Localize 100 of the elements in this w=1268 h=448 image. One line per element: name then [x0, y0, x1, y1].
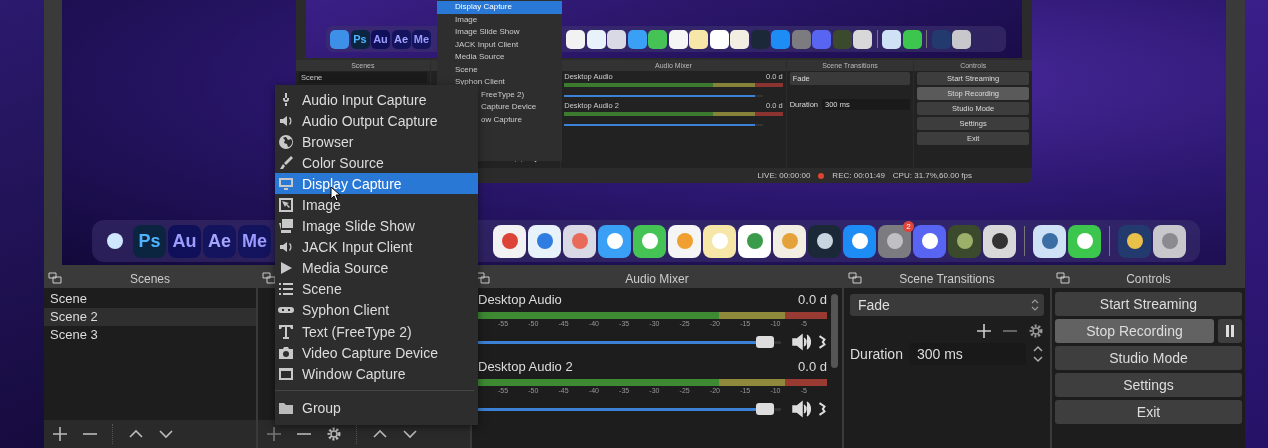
- pause-button[interactable]: [1218, 319, 1242, 343]
- control-button[interactable]: Start Streaming: [1055, 292, 1242, 316]
- scene-item[interactable]: Scene 3: [44, 326, 256, 344]
- duration-label: Duration: [850, 346, 903, 362]
- app-icon: [853, 29, 872, 49]
- play-icon: [278, 260, 294, 277]
- app-icon[interactable]: [808, 224, 841, 258]
- menu-item[interactable]: Image Slide Show: [275, 215, 478, 237]
- camera-icon: [278, 344, 294, 361]
- app-icon[interactable]: [1068, 224, 1101, 258]
- menu-item[interactable]: Scene: [437, 63, 562, 76]
- app-icon: [832, 29, 852, 49]
- app-icon: Me: [412, 29, 431, 49]
- app-icon: [791, 29, 811, 49]
- app-icon: [689, 29, 708, 49]
- app-icon[interactable]: [633, 224, 666, 258]
- menu-item[interactable]: JACK Input Client: [275, 236, 478, 258]
- menu-item[interactable]: Scene: [275, 278, 478, 300]
- app-icon[interactable]: [528, 224, 561, 258]
- speaker-icon[interactable]: [791, 333, 813, 351]
- menu-item[interactable]: Browser: [275, 131, 478, 153]
- menu-item[interactable]: Image: [437, 13, 562, 26]
- app-icon: [648, 29, 667, 49]
- app-icon: [607, 29, 626, 49]
- panel-title: Audio Mixer: [625, 271, 689, 286]
- app-icon[interactable]: Me: [238, 224, 271, 258]
- menu-item[interactable]: JACK Input Client: [437, 38, 562, 51]
- cpu-status: CPU: 31.7%,60.00 fps: [892, 171, 972, 180]
- app-icon[interactable]: [1033, 224, 1066, 258]
- scene-item[interactable]: Scene: [44, 290, 256, 308]
- menu-item[interactable]: Syphon Client: [437, 76, 562, 89]
- app-icon: [771, 29, 790, 49]
- app-icon[interactable]: Ps: [133, 224, 166, 258]
- app-icon: [750, 29, 770, 49]
- undock-icon[interactable]: [262, 272, 276, 284]
- app-icon[interactable]: [773, 224, 806, 258]
- pause-icon: [1225, 325, 1235, 337]
- menu-item[interactable]: Color Source: [275, 152, 478, 174]
- add-icon[interactable]: [52, 426, 68, 442]
- app-icon[interactable]: [913, 224, 946, 258]
- menu-item[interactable]: Media Source: [437, 51, 562, 64]
- app-icon[interactable]: [563, 224, 596, 258]
- app-icon[interactable]: [843, 224, 876, 258]
- live-status: LIVE: 00:00:00: [757, 171, 811, 180]
- recording-dot-icon: [818, 172, 825, 179]
- transition-select[interactable]: Fade: [850, 294, 1044, 316]
- undock-icon[interactable]: [1056, 272, 1070, 284]
- app-icon[interactable]: [1118, 224, 1151, 258]
- app-icon[interactable]: Ae: [203, 224, 236, 258]
- app-icon: [812, 29, 831, 49]
- undock-icon[interactable]: [848, 272, 862, 284]
- volume-reading: 0.0 d: [798, 292, 827, 307]
- channel-name: Desktop Audio: [478, 292, 562, 307]
- app-icon: [931, 29, 951, 49]
- control-button[interactable]: Exit: [1055, 400, 1242, 424]
- menu-item[interactable]: Audio Input Capture: [275, 89, 478, 111]
- menu-item[interactable]: Image Slide Show: [437, 26, 562, 39]
- app-icon[interactable]: [703, 224, 736, 258]
- app-icon: [952, 29, 971, 49]
- dropdown-arrows-icon: [1030, 297, 1040, 313]
- image-icon: [278, 197, 294, 213]
- app-icon[interactable]: Au: [168, 224, 201, 258]
- menu-item[interactable]: Syphon Client: [275, 299, 478, 322]
- undock-icon[interactable]: [48, 272, 62, 284]
- menu-item[interactable]: Window Capture: [275, 363, 478, 385]
- monitor-icon: [278, 175, 294, 192]
- app-icon: [882, 29, 901, 49]
- globe-icon: [278, 133, 294, 150]
- app-icon: [709, 29, 729, 49]
- scrollbar[interactable]: [831, 294, 838, 368]
- control-button[interactable]: Stop Recording: [1055, 319, 1214, 343]
- app-icon[interactable]: [738, 224, 771, 258]
- app-icon[interactable]: [598, 224, 631, 258]
- scene-item[interactable]: Scene 2: [44, 308, 256, 326]
- control-button[interactable]: Settings: [1055, 373, 1242, 397]
- app-icon[interactable]: [1153, 224, 1186, 258]
- channel-name: Desktop Audio 2: [478, 359, 573, 374]
- menu-item[interactable]: Image: [275, 194, 478, 216]
- text-icon: [278, 323, 294, 340]
- menu-item[interactable]: Audio Output Capture: [275, 110, 478, 132]
- brush-icon: [278, 154, 294, 171]
- app-icon: [668, 29, 688, 49]
- speaker-icon[interactable]: [791, 400, 813, 418]
- slides-icon: [278, 218, 294, 235]
- control-button[interactable]: Studio Mode: [1055, 346, 1242, 370]
- app-icon[interactable]: [983, 224, 1016, 258]
- app-icon[interactable]: 2: [878, 224, 911, 258]
- menu-item[interactable]: Media Source: [275, 257, 478, 279]
- add-icon[interactable]: [976, 323, 992, 339]
- undock-icon[interactable]: [476, 272, 490, 284]
- menu-item[interactable]: Text (FreeType 2): [275, 321, 478, 343]
- menu-item[interactable]: Video Capture Device: [275, 342, 478, 364]
- menu-item[interactable]: Display Capture: [437, 1, 562, 14]
- menu-item[interactable]: Group: [275, 397, 478, 419]
- app-icon[interactable]: [948, 224, 981, 258]
- app-icon[interactable]: [668, 224, 701, 258]
- app-icon[interactable]: [493, 224, 526, 258]
- menu-item[interactable]: Display Capture: [275, 173, 478, 195]
- list-icon: [278, 281, 294, 298]
- duration-field[interactable]: 300 ms: [908, 343, 1026, 365]
